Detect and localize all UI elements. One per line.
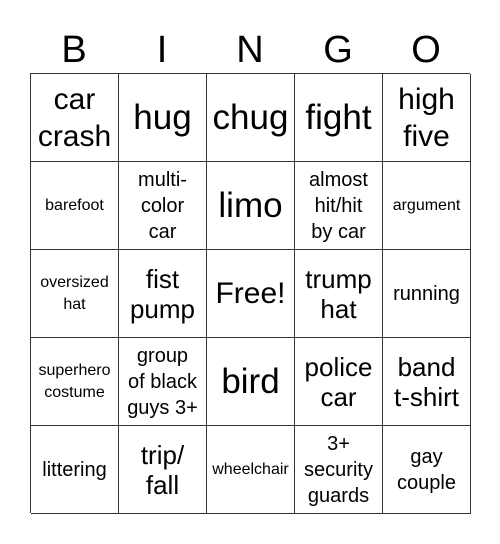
bingo-cell[interactable]: superhero costume [31, 338, 119, 426]
bingo-cell-free[interactable]: Free! [207, 250, 295, 338]
bingo-cell[interactable]: 3+ security guards [295, 426, 383, 514]
bingo-cell[interactable]: barefoot [31, 162, 119, 250]
bingo-cell[interactable]: oversized hat [31, 250, 119, 338]
bingo-cell[interactable]: car crash [31, 74, 119, 162]
header-letter-b: B [61, 29, 87, 71]
bingo-cell[interactable]: littering [31, 426, 119, 514]
bingo-cell[interactable]: bird [207, 338, 295, 426]
bingo-cell[interactable]: high five [383, 74, 471, 162]
header-letter-n: N [236, 29, 264, 71]
bingo-cell[interactable]: wheelchair [207, 426, 295, 514]
bingo-cell[interactable]: almost hit/hit by car [295, 162, 383, 250]
bingo-cell[interactable]: fight [295, 74, 383, 162]
bingo-cell[interactable]: limo [207, 162, 295, 250]
bingo-cell[interactable]: hug [119, 74, 207, 162]
bingo-cell[interactable]: chug [207, 74, 295, 162]
header-letter-o: O [411, 29, 441, 71]
bingo-cell[interactable]: multi- color car [119, 162, 207, 250]
bingo-cell[interactable]: argument [383, 162, 471, 250]
bingo-cell[interactable]: gay couple [383, 426, 471, 514]
bingo-cell[interactable]: trump hat [295, 250, 383, 338]
bingo-cell[interactable]: police car [295, 338, 383, 426]
bingo-cell[interactable]: band t-shirt [383, 338, 471, 426]
header-letter-i: I [156, 29, 168, 71]
bingo-cell[interactable]: fist pump [119, 250, 207, 338]
bingo-header: B I N G O [30, 26, 470, 74]
bingo-cell[interactable]: group of black guys 3+ [119, 338, 207, 426]
bingo-cell[interactable]: running [383, 250, 471, 338]
bingo-grid: car crash hug chug fight high five baref… [30, 73, 471, 514]
bingo-cell[interactable]: trip/ fall [119, 426, 207, 514]
header-letter-g: G [323, 29, 353, 71]
